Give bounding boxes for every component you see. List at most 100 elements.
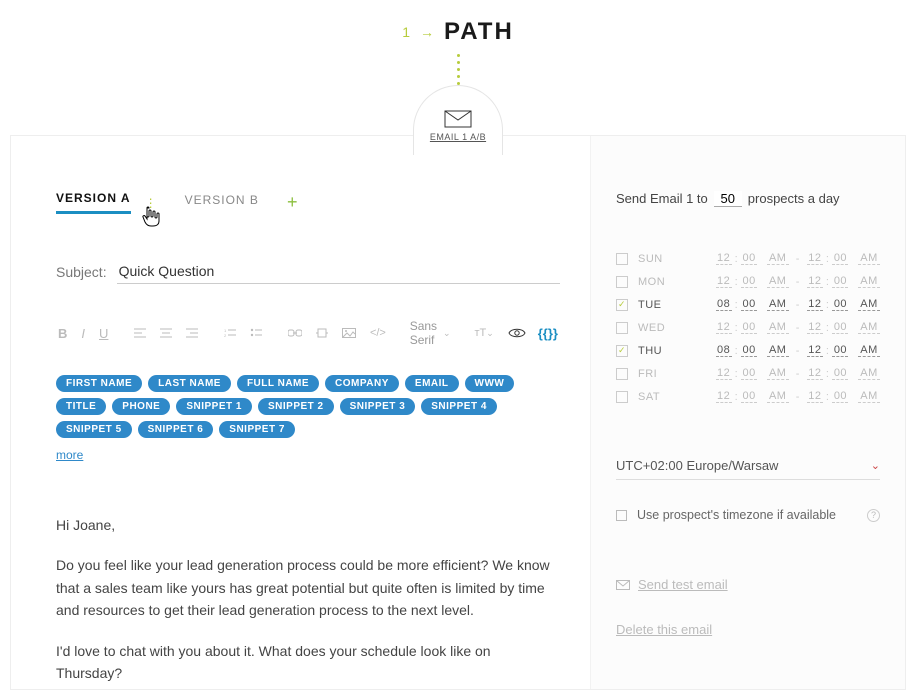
email-body[interactable]: Hi Joane, Do you feel like your lead gen… — [56, 514, 560, 689]
unordered-list-button[interactable] — [248, 326, 264, 340]
use-prospect-tz-checkbox[interactable] — [616, 510, 627, 521]
align-left-button[interactable] — [132, 326, 148, 340]
underline-button[interactable]: U — [97, 324, 110, 343]
from-hour[interactable]: 12 — [716, 367, 732, 380]
to-minute[interactable]: 00 — [832, 367, 848, 380]
to-ampm[interactable]: AM — [858, 252, 880, 265]
time-range[interactable]: 12:00 AM-12:00 AM — [716, 321, 880, 334]
to-ampm[interactable]: AM — [858, 321, 880, 334]
day-checkbox[interactable] — [616, 391, 628, 403]
timezone-select[interactable]: UTC+02:00 Europe/Warsaw ⌄ — [616, 458, 880, 480]
email-step-node[interactable]: EMAIL 1 A/B — [413, 85, 503, 155]
merge-pill[interactable]: SNIPPET 7 — [219, 421, 295, 438]
align-right-button[interactable] — [184, 326, 200, 340]
time-range[interactable]: 08:00 AM-12:00 AM — [716, 344, 880, 357]
to-minute[interactable]: 00 — [832, 252, 848, 265]
from-ampm[interactable]: AM — [767, 275, 789, 288]
from-ampm[interactable]: AM — [767, 367, 789, 380]
day-checkbox[interactable] — [616, 276, 628, 288]
to-ampm[interactable]: AM — [858, 367, 880, 380]
link-button[interactable] — [286, 326, 304, 340]
time-range[interactable]: 12:00 AM-12:00 AM — [716, 367, 880, 380]
time-range[interactable]: 12:00 AM-12:00 AM — [716, 275, 880, 288]
add-version-button[interactable]: + — [287, 192, 298, 213]
italic-button[interactable]: I — [79, 324, 87, 343]
tab-version-b[interactable]: VERSION B — [185, 193, 259, 213]
merge-pill[interactable]: SNIPPET 2 — [258, 398, 334, 415]
from-hour[interactable]: 12 — [716, 390, 732, 403]
from-ampm[interactable]: AM — [767, 252, 789, 265]
to-minute[interactable]: 00 — [832, 321, 848, 334]
more-snippets-link[interactable]: more — [56, 448, 83, 462]
send-test-link[interactable]: Send test email — [616, 577, 880, 592]
from-hour[interactable]: 12 — [716, 321, 732, 334]
from-minute[interactable]: 00 — [741, 298, 757, 311]
day-checkbox[interactable] — [616, 368, 628, 380]
prospects-count-input[interactable] — [714, 191, 742, 207]
day-checkbox[interactable] — [616, 253, 628, 265]
to-hour[interactable]: 12 — [807, 275, 823, 288]
to-hour[interactable]: 12 — [807, 344, 823, 357]
merge-pill[interactable]: SNIPPET 3 — [340, 398, 416, 415]
to-minute[interactable]: 00 — [832, 390, 848, 403]
merge-pill[interactable]: SNIPPET 4 — [421, 398, 497, 415]
font-family-select[interactable]: Sans Serif ⌄ — [410, 319, 451, 347]
to-ampm[interactable]: AM — [858, 298, 880, 311]
unlink-button[interactable] — [314, 325, 330, 341]
to-hour[interactable]: 12 — [807, 252, 823, 265]
merge-pill[interactable]: COMPANY — [325, 375, 399, 392]
from-minute[interactable]: 00 — [741, 390, 757, 403]
from-ampm[interactable]: AM — [767, 321, 789, 334]
to-ampm[interactable]: AM — [858, 390, 880, 403]
from-hour[interactable]: 08 — [716, 298, 732, 311]
time-range[interactable]: 12:00 AM-12:00 AM — [716, 252, 880, 265]
tab-version-a[interactable]: VERSION A — [56, 191, 131, 214]
day-checkbox[interactable]: ✓ — [616, 345, 628, 357]
merge-pill[interactable]: EMAIL — [405, 375, 459, 392]
subject-input[interactable] — [117, 259, 560, 284]
from-minute[interactable]: 00 — [741, 275, 757, 288]
preview-button[interactable] — [506, 324, 528, 343]
help-icon[interactable]: ? — [867, 509, 880, 522]
image-button[interactable] — [340, 326, 358, 340]
to-hour[interactable]: 12 — [807, 390, 823, 403]
font-size-button[interactable]: тT ⌄ — [472, 325, 495, 341]
merge-pill[interactable]: FULL NAME — [237, 375, 319, 392]
from-minute[interactable]: 00 — [741, 344, 757, 357]
to-ampm[interactable]: AM — [858, 344, 880, 357]
bold-button[interactable]: B — [56, 324, 69, 343]
merge-pill[interactable]: PHONE — [112, 398, 170, 415]
from-hour[interactable]: 12 — [716, 252, 732, 265]
from-ampm[interactable]: AM — [767, 390, 789, 403]
from-ampm[interactable]: AM — [767, 298, 789, 311]
merge-pill[interactable]: TITLE — [56, 398, 106, 415]
time-range[interactable]: 08:00 AM-12:00 AM — [716, 298, 880, 311]
merge-pill[interactable]: SNIPPET 5 — [56, 421, 132, 438]
to-minute[interactable]: 00 — [832, 275, 848, 288]
to-ampm[interactable]: AM — [858, 275, 880, 288]
merge-pill[interactable]: SNIPPET 1 — [176, 398, 252, 415]
from-hour[interactable]: 08 — [716, 344, 732, 357]
to-hour[interactable]: 12 — [807, 298, 823, 311]
delete-email-link[interactable]: Delete this email — [616, 622, 880, 637]
merge-pill[interactable]: WWW — [465, 375, 515, 392]
merge-pill[interactable]: LAST NAME — [148, 375, 231, 392]
to-hour[interactable]: 12 — [807, 321, 823, 334]
to-minute[interactable]: 00 — [832, 344, 848, 357]
ordered-list-button[interactable]: 12 — [222, 326, 238, 340]
from-minute[interactable]: 00 — [741, 321, 757, 334]
from-minute[interactable]: 00 — [741, 252, 757, 265]
day-checkbox[interactable] — [616, 322, 628, 334]
tab-menu-icon[interactable]: ⋮ — [145, 196, 157, 210]
day-checkbox[interactable]: ✓ — [616, 299, 628, 311]
code-button[interactable]: </> — [368, 325, 388, 341]
to-hour[interactable]: 12 — [807, 367, 823, 380]
merge-pill[interactable]: FIRST NAME — [56, 375, 142, 392]
from-ampm[interactable]: AM — [767, 344, 789, 357]
from-minute[interactable]: 00 — [741, 367, 757, 380]
align-center-button[interactable] — [158, 326, 174, 340]
variables-button[interactable]: {{}} — [536, 324, 560, 343]
merge-pill[interactable]: SNIPPET 6 — [138, 421, 214, 438]
time-range[interactable]: 12:00 AM-12:00 AM — [716, 390, 880, 403]
to-minute[interactable]: 00 — [832, 298, 848, 311]
